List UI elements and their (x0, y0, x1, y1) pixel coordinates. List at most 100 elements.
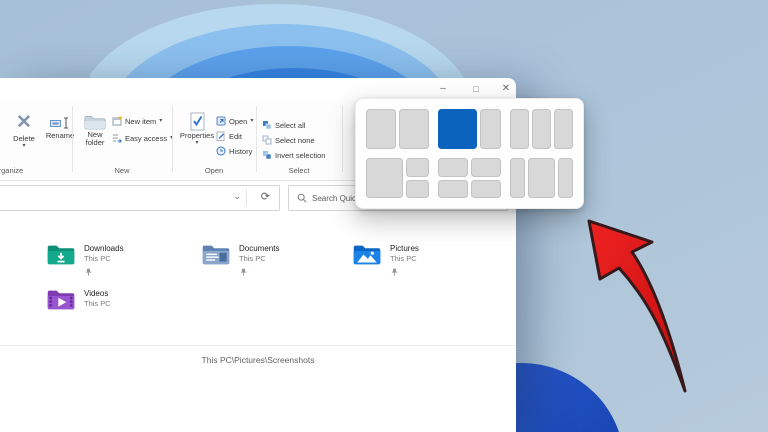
snap-layout-quad-grid[interactable] (438, 158, 501, 198)
item-location: This PC (390, 254, 417, 263)
quick-access-item-text: Documents This PC (239, 243, 279, 282)
snap-zone-cell[interactable] (510, 109, 529, 149)
snap-zone-cell[interactable] (558, 158, 573, 198)
item-name: Pictures (390, 244, 419, 253)
status-path: This PC\Pictures\Screenshots (201, 355, 315, 365)
quick-access-item-documents[interactable]: Documents This PC (201, 243, 279, 282)
delete-button[interactable]: ✕ Delete ▾ (4, 112, 44, 149)
snap-zone-cell[interactable] (438, 109, 477, 149)
group-label-organize: Organize (0, 166, 24, 175)
close-button[interactable]: ✕ (493, 81, 519, 97)
properties-button[interactable]: Properties ▾ (178, 112, 216, 146)
snap-zone-cell[interactable] (510, 158, 525, 198)
pictures-folder-icon (352, 243, 382, 282)
quick-access-item-pictures[interactable]: Pictures This PC (352, 243, 419, 282)
select-all-label: Select all (275, 120, 306, 130)
snap-zone-cell[interactable] (438, 179, 468, 198)
properties-icon (190, 112, 204, 131)
new-folder-button[interactable]: New folder (78, 114, 112, 147)
snap-zone-cell[interactable] (479, 109, 501, 149)
chevron-down-icon[interactable]: ⌄ (233, 191, 241, 202)
open-label: Open (229, 116, 248, 126)
snap-zone-cell[interactable] (471, 179, 501, 198)
new-item-icon (112, 116, 122, 126)
videos-folder-icon (46, 288, 76, 316)
item-location: This PC (84, 254, 111, 263)
ribbon-separator (256, 106, 257, 172)
history-button[interactable]: History (216, 146, 252, 156)
quick-access-item-videos[interactable]: Videos This PC (46, 288, 111, 316)
close-icon: ✕ (501, 83, 511, 94)
snap-layout-three-columns-equal[interactable] (510, 109, 573, 149)
red-arrow-annotation (587, 219, 687, 393)
select-all-button[interactable]: Select all (262, 120, 305, 130)
snap-zone-cell[interactable] (399, 109, 429, 149)
new-folder-label: New folder (85, 130, 105, 147)
maximize-button[interactable]: □ (463, 81, 489, 97)
snap-layout-column (366, 158, 403, 198)
edit-button[interactable]: Edit (216, 131, 242, 141)
snap-layout-column (438, 109, 477, 149)
ribbon-separator (172, 106, 173, 172)
open-icon (216, 116, 226, 126)
documents-folder-icon (201, 243, 231, 282)
maximize-icon: □ (473, 83, 479, 94)
wallpaper-bloom-top (90, 4, 465, 79)
edit-label: Edit (229, 131, 242, 141)
group-label-open: Open (204, 166, 224, 175)
snap-zone-cell[interactable] (366, 158, 403, 198)
snap-zone-cell[interactable] (438, 158, 468, 177)
edit-icon (216, 131, 225, 141)
quick-access-item-downloads[interactable]: Downloads This PC (46, 243, 124, 282)
open-button[interactable]: Open ▾ (216, 116, 253, 126)
dropdown-caret-icon: ▾ (195, 140, 199, 146)
invert-selection-button[interactable]: Invert selection (262, 150, 325, 160)
snap-zone-cell[interactable] (405, 179, 429, 198)
new-item-button[interactable]: New item ▾ (112, 116, 162, 126)
quick-access-item-text: Videos This PC (84, 288, 111, 316)
snap-layout-column (366, 109, 396, 149)
minimize-icon: – (440, 83, 446, 94)
refresh-icon[interactable]: ⟳ (261, 190, 270, 203)
snap-layout-half-left-stacked-right[interactable] (366, 158, 429, 198)
snap-zone-cell[interactable] (366, 109, 396, 149)
title-bar[interactable]: – □ ✕ (0, 78, 516, 100)
snap-layout-column (471, 158, 501, 198)
snap-layout-column (528, 158, 555, 198)
snap-layout-two-columns-wide-left[interactable] (438, 109, 501, 149)
rename-icon (50, 117, 68, 129)
item-name: Downloads (84, 244, 124, 253)
invert-selection-label: Invert selection (275, 150, 326, 160)
item-location: This PC (239, 254, 266, 263)
quick-access-item-text: Downloads This PC (84, 243, 124, 282)
select-none-label: Select none (275, 135, 315, 145)
new-folder-icon (84, 116, 106, 130)
snap-zone-cell[interactable] (554, 109, 573, 149)
delete-label: Delete (13, 134, 35, 143)
history-icon (216, 146, 226, 156)
item-location: This PC (84, 299, 111, 308)
snap-zone-cell[interactable] (528, 158, 555, 198)
minimize-button[interactable]: – (430, 81, 456, 97)
snap-zone-cell[interactable] (532, 109, 551, 149)
snap-layout-column (438, 158, 468, 198)
snap-zone-cell[interactable] (471, 158, 501, 177)
address-bar[interactable]: ⌄ ⟳ (0, 185, 280, 211)
snap-layout-column (405, 158, 429, 198)
snap-layout-two-columns-equal[interactable] (366, 109, 429, 149)
snap-layout-column (558, 158, 573, 198)
snap-layout-column (479, 109, 501, 149)
pin-icon (85, 268, 92, 276)
snap-layout-three-columns-wide-center[interactable] (510, 158, 573, 198)
select-none-button[interactable]: Select none (262, 135, 315, 145)
ribbon-separator (72, 106, 73, 172)
dropdown-caret-icon: ▾ (250, 117, 254, 124)
snap-layout-column (532, 109, 551, 149)
pin-icon (240, 268, 247, 276)
easy-access-button[interactable]: Easy access ▾ (112, 133, 173, 143)
pin-icon (391, 268, 398, 276)
new-item-label: New item (125, 116, 157, 126)
snap-zone-cell[interactable] (405, 158, 429, 177)
easy-access-icon (113, 134, 122, 143)
item-name: Videos (84, 289, 109, 298)
